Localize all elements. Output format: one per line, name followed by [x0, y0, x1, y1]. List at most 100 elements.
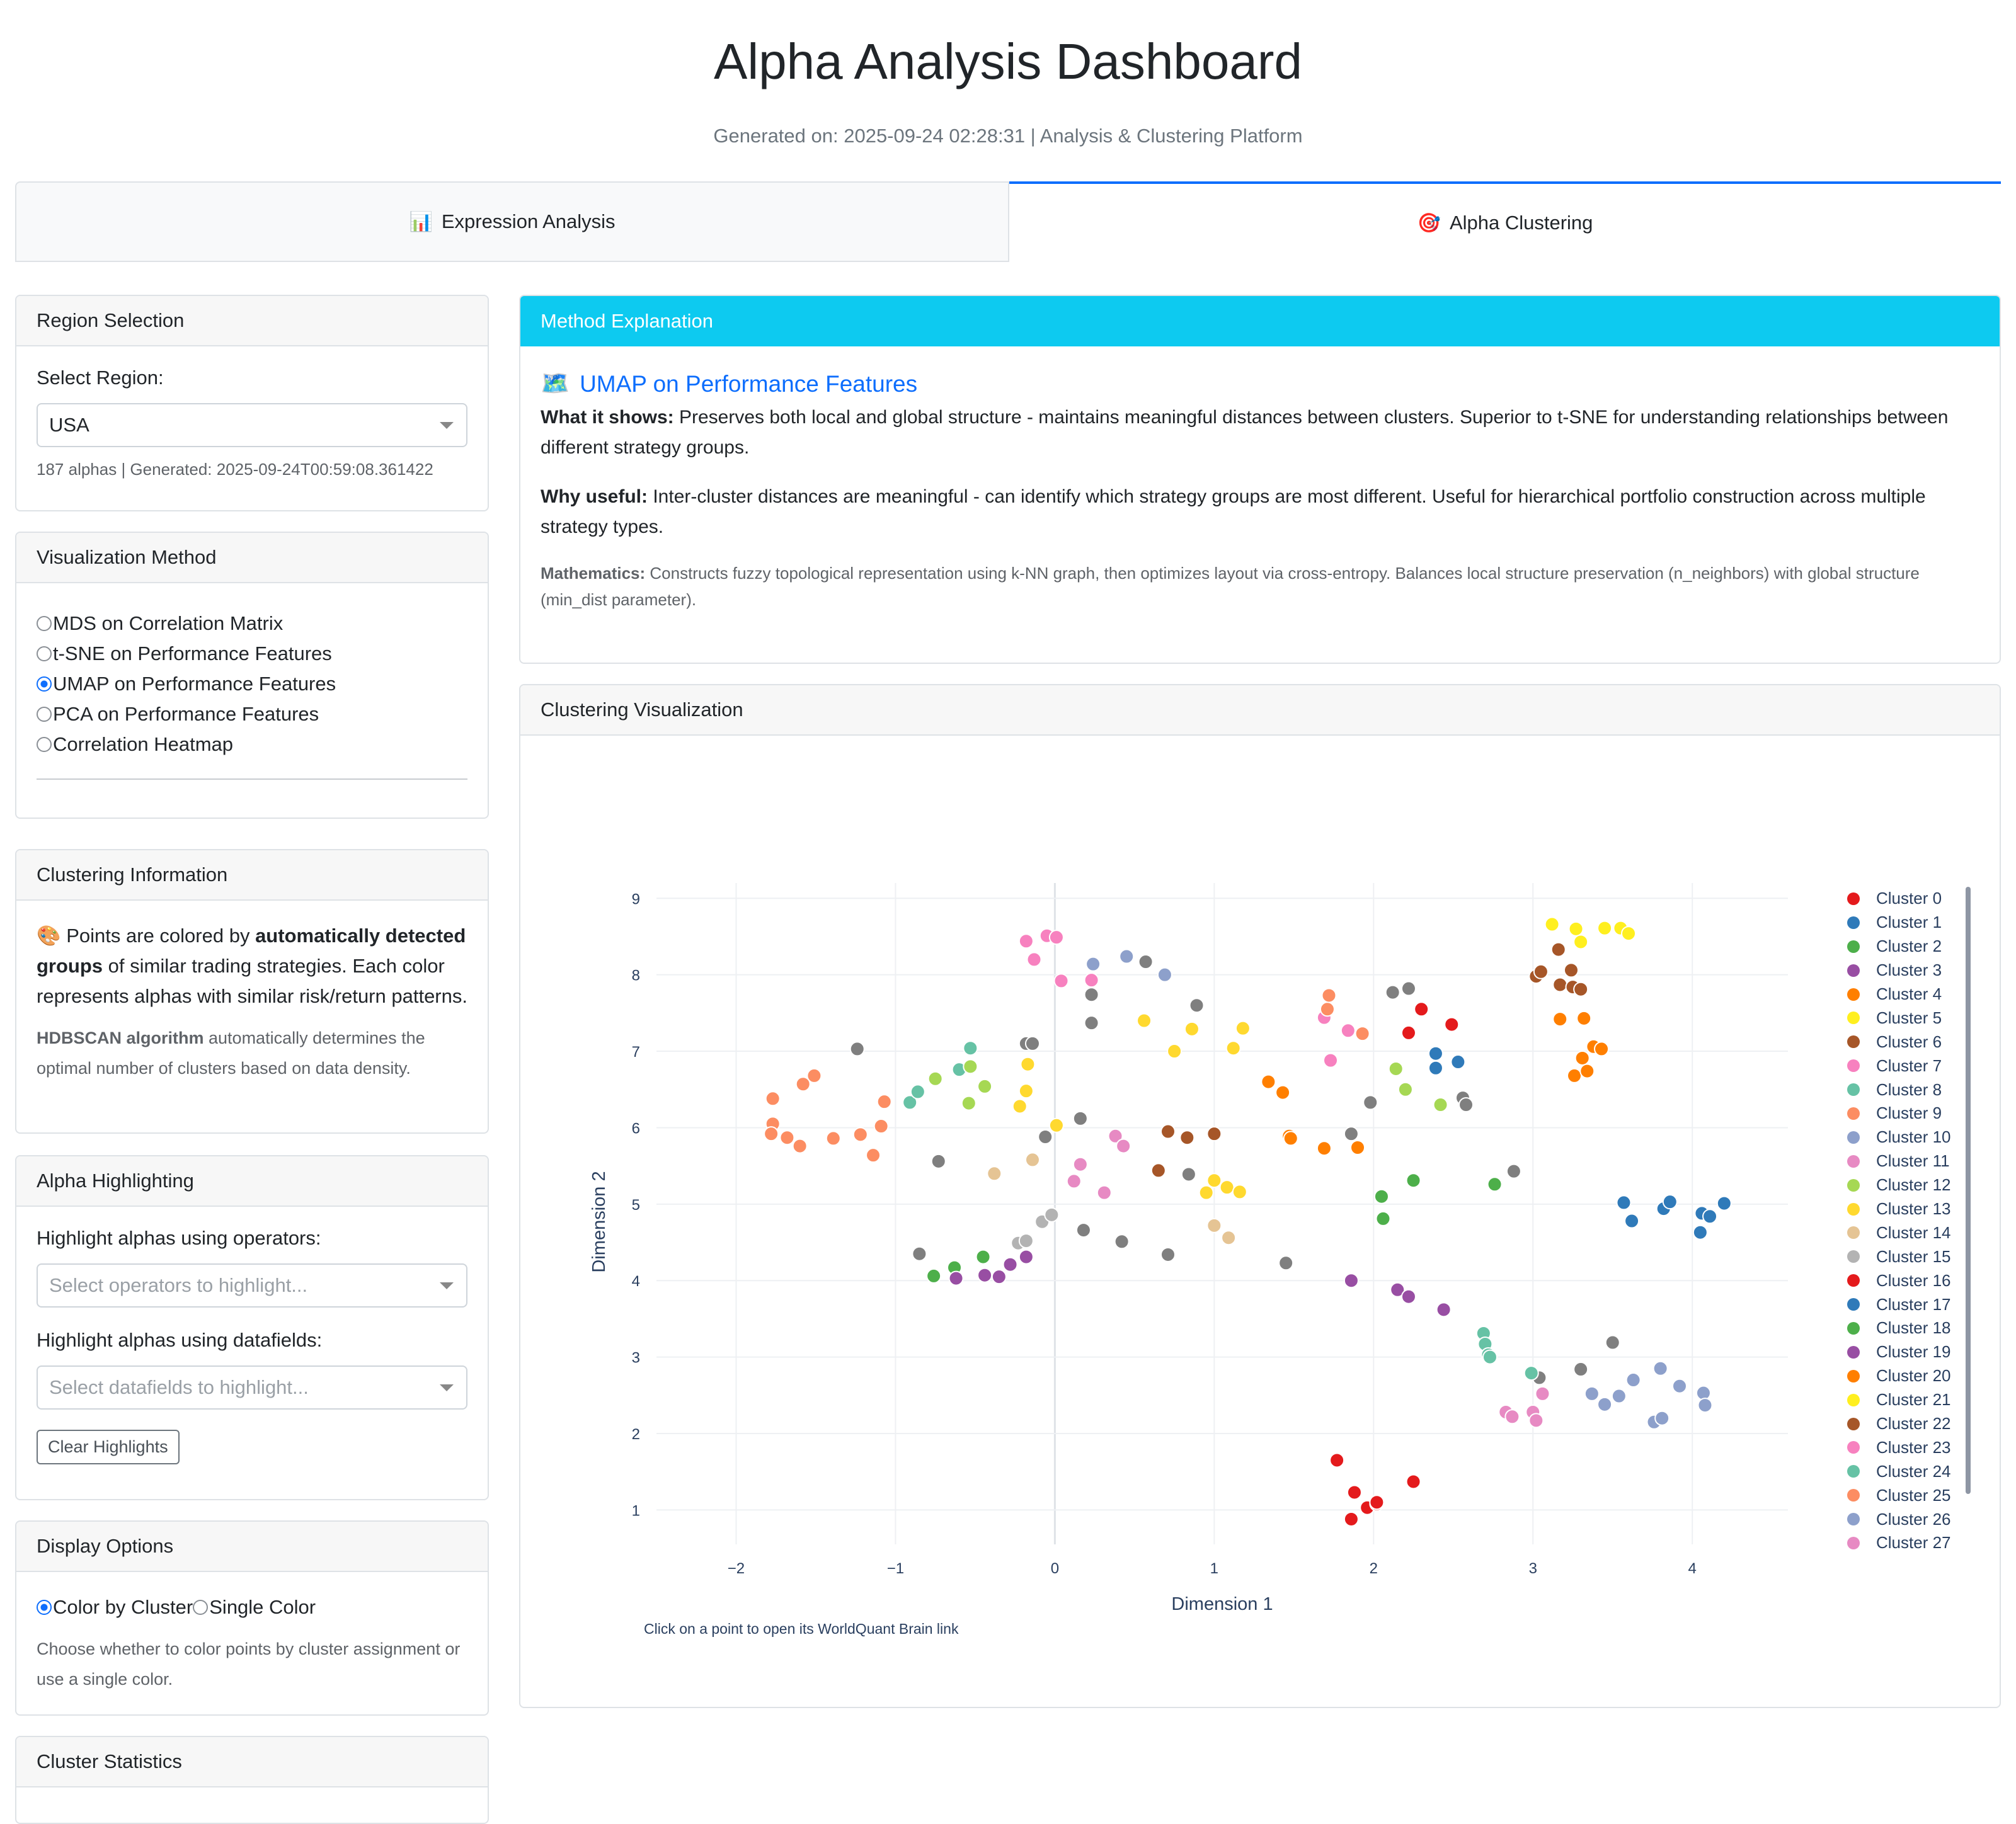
radio-label: Color by Cluster: [53, 1596, 193, 1618]
radio-mds[interactable]: MDS on Correlation Matrix: [37, 608, 467, 639]
radio-heatmap[interactable]: Correlation Heatmap: [37, 729, 467, 760]
clear-highlights-button[interactable]: Clear Highlights: [37, 1430, 180, 1464]
legend-item[interactable]: Cluster 20: [1847, 1364, 1951, 1388]
tab-expression-analysis[interactable]: 📊 Expression Analysis: [15, 181, 1009, 262]
legend-label: Cluster 19: [1876, 1342, 1951, 1362]
legend-item[interactable]: Cluster 12: [1847, 1173, 1951, 1197]
card-header: Method Explanation: [520, 296, 2000, 346]
legend-label: Cluster 11: [1876, 1151, 1950, 1171]
radio-icon: [37, 1600, 52, 1615]
legend-item[interactable]: Cluster 3: [1847, 959, 1951, 983]
what-it-shows: What it shows: Preserves both local and …: [541, 402, 1979, 463]
legend-item[interactable]: Cluster 23: [1847, 1435, 1951, 1459]
radio-label: Correlation Heatmap: [53, 733, 234, 755]
legend-label: Cluster 13: [1876, 1199, 1951, 1219]
card-header: Alpha Highlighting: [16, 1156, 488, 1207]
legend-label: Cluster 12: [1876, 1175, 1951, 1195]
target-icon: 🎯: [1417, 212, 1441, 234]
radio-label: MDS on Correlation Matrix: [53, 612, 284, 634]
legend-label: Cluster 22: [1876, 1414, 1951, 1434]
region-info: 187 alphas | Generated: 2025-09-24T00:59…: [37, 460, 433, 479]
legend-label: Cluster 9: [1876, 1103, 1942, 1123]
legend-swatch: [1847, 1178, 1860, 1192]
legend-item[interactable]: Cluster 16: [1847, 1268, 1951, 1292]
text: Inter-cluster distances are meaningful -…: [541, 486, 1926, 537]
visualization-method-card: Visualization Method MDS on Correlation …: [15, 532, 489, 819]
legend-item[interactable]: Cluster 18: [1847, 1316, 1951, 1340]
legend-swatch: [1847, 988, 1860, 1001]
radio-single-color[interactable]: Single Color: [193, 1592, 316, 1622]
method-explanation-card: Method Explanation 🗺️ UMAP on Performanc…: [519, 295, 2001, 664]
legend-swatch: [1847, 1441, 1860, 1454]
legend-label: Cluster 7: [1876, 1056, 1942, 1075]
radio-tsne[interactable]: t-SNE on Performance Features: [37, 639, 467, 669]
legend-item[interactable]: Cluster 26: [1847, 1507, 1951, 1531]
text: Constructs fuzzy topological representat…: [541, 564, 1920, 609]
cluster-info-text: 🎨 Points are colored by automatically de…: [37, 921, 467, 1012]
legend-label: Cluster 17: [1876, 1294, 1951, 1314]
legend-item[interactable]: Cluster 5: [1847, 1006, 1951, 1030]
datafields-select[interactable]: Select datafields to highlight...: [37, 1365, 467, 1410]
legend-item[interactable]: Cluster 22: [1847, 1412, 1951, 1436]
legend-label: Cluster 8: [1876, 1080, 1942, 1099]
chevron-down-icon: [440, 422, 454, 429]
legend-label: Cluster 15: [1876, 1246, 1951, 1266]
legend-swatch: [1847, 1250, 1860, 1263]
alpha-highlighting-card: Alpha Highlighting Highlight alphas usin…: [15, 1155, 489, 1500]
legend-item[interactable]: Cluster 11: [1847, 1149, 1951, 1173]
legend-item[interactable]: Cluster 21: [1847, 1388, 1951, 1412]
legend-item[interactable]: Cluster 10: [1847, 1126, 1951, 1149]
legend-label: Cluster 26: [1876, 1509, 1951, 1529]
legend-label: Cluster 20: [1876, 1366, 1951, 1386]
operators-select[interactable]: Select operators to highlight...: [37, 1263, 467, 1308]
legend-swatch: [1847, 1345, 1860, 1359]
legend-item[interactable]: Cluster 15: [1847, 1245, 1951, 1268]
radio-color-by-cluster[interactable]: Color by Cluster: [37, 1592, 193, 1622]
legend-scrollbar[interactable]: [1966, 887, 1971, 1494]
radio-pca[interactable]: PCA on Performance Features: [37, 699, 467, 729]
radio-umap[interactable]: UMAP on Performance Features: [37, 669, 467, 699]
legend-swatch: [1847, 964, 1860, 977]
operators-placeholder: Select operators to highlight...: [49, 1274, 308, 1296]
legend-item[interactable]: Cluster 2: [1847, 935, 1951, 959]
radio-icon: [37, 737, 52, 752]
legend-item[interactable]: Cluster 9: [1847, 1102, 1951, 1126]
radio-label: PCA on Performance Features: [53, 703, 319, 725]
legend-label: Cluster 18: [1876, 1318, 1951, 1338]
legend-item[interactable]: Cluster 25: [1847, 1483, 1951, 1507]
legend-label: Cluster 4: [1876, 984, 1942, 1003]
tab-bar: 📊 Expression Analysis 🎯 Alpha Clustering: [15, 181, 2001, 263]
legend-item[interactable]: Cluster 7: [1847, 1054, 1951, 1078]
datafields-label: Highlight alphas using datafields:: [37, 1329, 323, 1351]
radio-label: t-SNE on Performance Features: [53, 642, 332, 664]
card-header: Display Options: [16, 1522, 488, 1572]
region-label: Select Region:: [37, 367, 164, 389]
tab-alpha-clustering[interactable]: 🎯 Alpha Clustering: [1009, 181, 2001, 262]
legend-item[interactable]: Cluster 8: [1847, 1078, 1951, 1102]
legend-swatch: [1847, 1202, 1860, 1216]
card-header: Visualization Method: [16, 533, 488, 583]
legend-item[interactable]: Cluster 14: [1847, 1221, 1951, 1245]
legend-item[interactable]: Cluster 19: [1847, 1340, 1951, 1364]
legend-item[interactable]: Cluster 4: [1847, 983, 1951, 1006]
legend-item[interactable]: Cluster 24: [1847, 1459, 1951, 1483]
legend-swatch: [1847, 1536, 1860, 1549]
legend-item[interactable]: Cluster 1: [1847, 911, 1951, 935]
legend-label: Cluster 6: [1876, 1032, 1942, 1051]
text-bold: Mathematics:: [541, 564, 646, 583]
legend-item[interactable]: Cluster 6: [1847, 1030, 1951, 1054]
radio-icon: [37, 676, 52, 692]
legend-swatch: [1847, 1393, 1860, 1406]
legend-label: Cluster 2: [1876, 937, 1942, 956]
legend-swatch: [1847, 1107, 1860, 1120]
legend-item[interactable]: Cluster 17: [1847, 1292, 1951, 1316]
region-select[interactable]: USA: [37, 403, 467, 447]
radio-label: Single Color: [209, 1596, 316, 1618]
clustering-visualization-card: Clustering Visualization: [519, 684, 2001, 1708]
legend-item[interactable]: Cluster 13: [1847, 1197, 1951, 1221]
operators-label: Highlight alphas using operators:: [37, 1227, 321, 1249]
radio-label: UMAP on Performance Features: [53, 673, 336, 695]
legend-item[interactable]: Cluster 0: [1847, 887, 1951, 911]
legend-item[interactable]: Cluster 27: [1847, 1531, 1951, 1555]
text-bold: Why useful:: [541, 486, 648, 507]
